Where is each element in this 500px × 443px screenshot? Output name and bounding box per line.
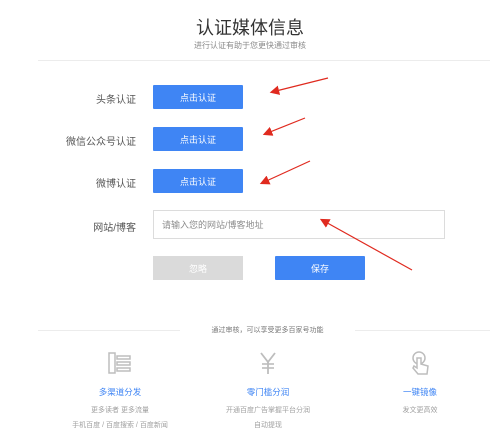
toutiao-label: 头条认证: [96, 95, 136, 106]
arrow-wechat: [262, 117, 306, 136]
feature-title-mirror: 一键镜像: [402, 387, 437, 397]
website-input[interactable]: 请输入您的网站/博客地址: [153, 210, 445, 239]
separator-left: [38, 330, 183, 331]
wechat-label: 微信公众号认证: [66, 137, 136, 148]
save-button[interactable]: 保存: [275, 256, 365, 280]
feature-line1-revenue: 开通百度广告掌握平台分润: [226, 407, 310, 414]
arrow-weibo: [259, 160, 311, 185]
feature-title-revenue: 零门槛分润: [246, 387, 290, 397]
benefits-separator-text: 通过审核，可以享受更多百家号功能: [180, 325, 355, 335]
feature-line1-mirror: 发文更高效: [402, 407, 438, 414]
website-input-placeholder: 请输入您的网站/博客地址: [162, 220, 264, 230]
separator-right: [352, 330, 490, 331]
yen-icon: [253, 348, 283, 378]
header-divider: [38, 60, 490, 61]
page-subtitle: 进行认证有助于您更快通过审核: [194, 41, 306, 50]
toutiao-verify-button[interactable]: 点击认证: [153, 85, 243, 109]
feature-title-distribution: 多渠道分发: [98, 387, 142, 397]
website-label: 网站/博客: [93, 223, 136, 234]
weibo-label: 微博认证: [96, 179, 136, 190]
multi-channel-icon: [105, 348, 135, 378]
wechat-verify-button[interactable]: 点击认证: [153, 127, 243, 151]
tap-icon: [405, 348, 435, 378]
arrow-toutiao: [269, 77, 329, 95]
page-title: 认证媒体信息: [196, 18, 304, 38]
weibo-verify-button[interactable]: 点击认证: [153, 169, 243, 193]
feature-line2-revenue: 自动提现: [254, 422, 282, 429]
feature-line2-distribution: 手机百度 / 百度搜索 / 百度新闻: [72, 422, 168, 429]
feature-line1-distribution: 更多读者 更多流量: [91, 407, 149, 414]
skip-button[interactable]: 忽略: [153, 256, 243, 280]
